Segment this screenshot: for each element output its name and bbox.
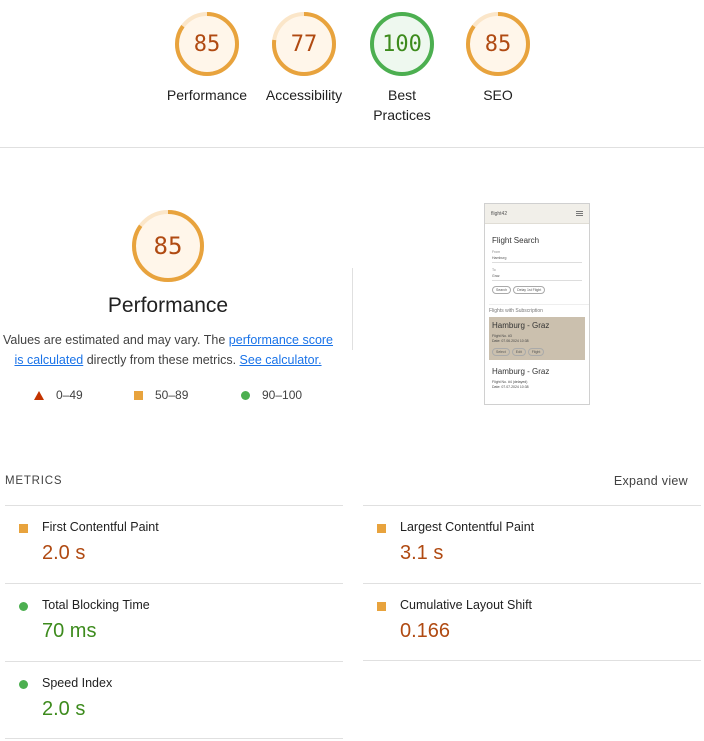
gauge-best-practices: 100 xyxy=(370,12,434,76)
legend-pass: 90–100 xyxy=(241,388,302,402)
thumb-heading: Flight Search xyxy=(492,236,540,245)
desc-text: Values are estimated and may vary. The xyxy=(2,333,229,347)
metric-name: Speed Index xyxy=(42,676,113,690)
gauge-performance: 85 xyxy=(175,12,239,76)
metric-name: Cumulative Layout Shift xyxy=(400,598,533,612)
thumb-flight-button: Select xyxy=(492,348,510,356)
square-icon xyxy=(377,602,386,611)
thumb-header: flight42 xyxy=(485,204,589,224)
thumb-flight-button: Edit xyxy=(511,348,526,356)
expand-view-toggle[interactable]: Expand view xyxy=(614,474,688,488)
thumb-to-value: Graz xyxy=(492,274,582,281)
performance-title: Performance xyxy=(107,294,229,317)
thumb-flight-date: Date: 07.07.2024 10:38 xyxy=(492,385,529,389)
square-icon xyxy=(134,390,143,400)
desc-text: directly from these metrics. xyxy=(83,353,240,367)
legend-fail: 0–49 xyxy=(34,388,83,402)
thumb-to-label: To xyxy=(492,268,496,272)
metric-value: 2.0 s xyxy=(42,698,86,720)
thumb-app-name: flight42 xyxy=(491,210,508,217)
metric-value: 0.166 xyxy=(400,620,451,642)
metric-name: First Contentful Paint xyxy=(42,520,159,534)
score-value: 77 xyxy=(290,31,318,57)
thumb-flight-title: Hamburg - Graz xyxy=(492,367,550,376)
see-calculator-link[interactable]: See calculator. xyxy=(240,353,322,367)
metric-first-contentful-paint: First Contentful Paint 2.0 s xyxy=(5,505,343,583)
menu-icon xyxy=(576,211,583,216)
score-value: 85 xyxy=(193,31,221,57)
thumb-flight-number: Flight No. #4 (delayed) xyxy=(492,380,528,384)
square-icon xyxy=(19,524,28,533)
triangle-icon xyxy=(34,390,44,400)
performance-gauge: 85 xyxy=(132,210,204,282)
metric-value: 70 ms xyxy=(42,620,97,642)
thumb-search-button: Search xyxy=(492,286,512,294)
circle-icon xyxy=(241,390,250,400)
legend-average: 50–89 xyxy=(134,388,188,402)
gauge-seo: 85 xyxy=(466,12,530,76)
score-value: 100 xyxy=(382,31,422,57)
thumb-search-card: Flight Search From Hamburg To Graz Searc… xyxy=(488,228,586,298)
metrics-heading: METRICS xyxy=(5,475,63,487)
page-screenshot-thumbnail[interactable]: flight42 Flight Search From Hamburg To G… xyxy=(484,203,590,405)
thumb-flight-title: Hamburg - Graz xyxy=(492,321,550,330)
thumb-delay-button: Delay 1st Flight xyxy=(513,286,546,294)
score-label: SEO xyxy=(483,87,513,103)
thumb-flight-card: Hamburg - Graz Flight No. #4 (delayed) D… xyxy=(489,363,585,393)
performance-description: Values are estimated and may vary. The p… xyxy=(0,330,336,370)
score-label: Best Practices xyxy=(373,87,431,123)
metric-name: Largest Contentful Paint xyxy=(400,520,535,534)
score-value: 85 xyxy=(484,31,512,57)
metric-speed-index: Speed Index 2.0 s xyxy=(5,661,343,739)
divider xyxy=(352,268,353,350)
metric-cumulative-layout-shift: Cumulative Layout Shift 0.166 xyxy=(363,583,701,661)
thumb-section-title: Flights with Subscription xyxy=(489,304,589,314)
divider xyxy=(363,660,701,661)
legend-range: 50–89 xyxy=(155,388,189,402)
square-icon xyxy=(377,524,386,533)
thumb-buttons: Search Delay 1st Flight xyxy=(492,286,582,294)
thumb-flight-button: Flight xyxy=(527,348,545,356)
divider xyxy=(0,147,704,148)
metric-value: 3.1 s xyxy=(400,542,444,564)
score-seo[interactable]: 85 SEO xyxy=(438,12,558,105)
metric-name: Total Blocking Time xyxy=(42,598,150,612)
circle-icon xyxy=(19,680,28,689)
performance-score: 85 xyxy=(153,232,183,260)
metric-total-blocking-time: Total Blocking Time 70 ms xyxy=(5,583,343,661)
divider xyxy=(5,738,343,739)
metric-value: 2.0 s xyxy=(42,542,86,564)
thumb-flight-number: Flight No. #3 xyxy=(492,334,512,338)
legend-range: 90–100 xyxy=(262,388,303,402)
thumb-flight-date: Date: 07.06.2024 10:38 xyxy=(492,339,529,343)
gauge-accessibility: 77 xyxy=(272,12,336,76)
thumb-from-value: Hamburg xyxy=(492,256,582,263)
legend-range: 0–49 xyxy=(56,388,83,402)
thumb-from-label: From xyxy=(492,250,501,254)
thumb-flight-buttons: Select Edit Flight xyxy=(492,348,582,356)
circle-icon xyxy=(19,602,28,611)
thumb-flight-card: Hamburg - Graz Flight No. #3 Date: 07.06… xyxy=(489,317,585,360)
metric-largest-contentful-paint: Largest Contentful Paint 3.1 s xyxy=(363,505,701,583)
